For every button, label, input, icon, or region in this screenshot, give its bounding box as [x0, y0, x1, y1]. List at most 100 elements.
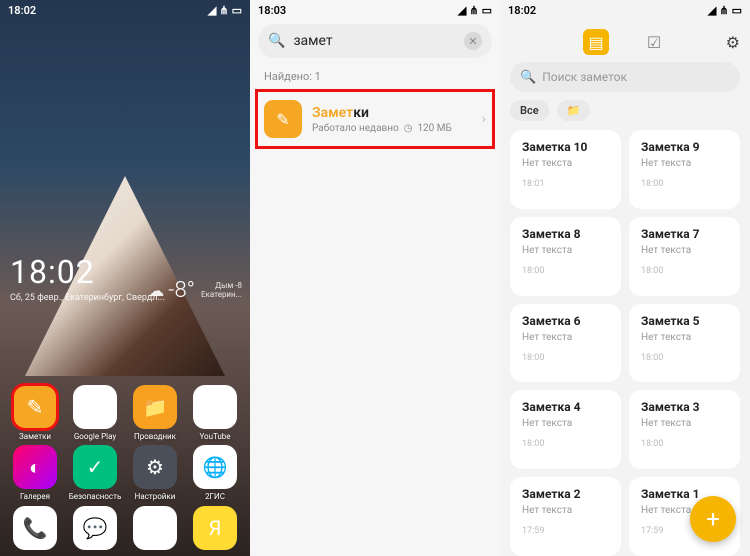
- app-label: Проводник: [134, 432, 176, 441]
- tab-notes-icon[interactable]: ▤: [583, 29, 609, 55]
- note-preview: Нет текста: [522, 158, 609, 169]
- dock-messages[interactable]: 💬: [73, 506, 117, 550]
- plus-icon: +: [706, 505, 720, 533]
- notes-search-placeholder: Поиск заметок: [542, 70, 627, 84]
- note-time: 18:00: [641, 266, 728, 276]
- filter-row: Все 📁: [510, 100, 590, 121]
- app-youtube-icon: ▶: [193, 385, 237, 429]
- note-title: Заметка 5: [641, 314, 728, 328]
- home-screen: 18:02 ◢ ⋔ ▭ 18:02 Сб, 25 февр., Екатерин…: [0, 0, 250, 556]
- storage-icon: ◷: [404, 123, 413, 134]
- status-icons: ◢ ⋔ ▭: [708, 4, 742, 17]
- dock-yandex[interactable]: Я: [193, 506, 237, 550]
- note-card[interactable]: Заметка 4 Нет текста 18:00: [510, 390, 621, 469]
- search-input[interactable]: замет: [285, 33, 464, 49]
- add-note-button[interactable]: +: [690, 496, 736, 542]
- note-card[interactable]: Заметка 8Нет текста18:00: [510, 217, 621, 296]
- note-time: 18:00: [641, 179, 728, 189]
- note-title: Заметка 4: [522, 400, 609, 414]
- note-time: 18:00: [522, 353, 609, 363]
- app-gallery[interactable]: ◐Галерея: [5, 445, 65, 501]
- wifi-icon: ⋔: [219, 4, 228, 17]
- dock-phone[interactable]: 📞: [13, 506, 57, 550]
- note-preview: Нет текста: [641, 158, 728, 169]
- note-card[interactable]: Заметка 2Нет текста17:59: [510, 477, 621, 556]
- app-play[interactable]: ▶Google Play: [65, 385, 125, 441]
- app-files[interactable]: 📁 Проводник: [125, 385, 185, 441]
- app-youtube[interactable]: ▶ YouTube: [185, 385, 245, 441]
- app-label: Заметки: [19, 432, 51, 441]
- note-preview: Нет текста: [522, 505, 609, 516]
- search-result-notes[interactable]: ✎ Заметки Работало недавно ◷ 120 МБ ›: [256, 90, 494, 148]
- search-bar[interactable]: 🔍 замет ✕: [258, 24, 492, 58]
- filter-all[interactable]: Все: [510, 100, 549, 121]
- weather-widget[interactable]: ☁ -8° Дым -8Екатерин...: [148, 278, 242, 303]
- weather-sub: Дым -8Екатерин...: [201, 282, 242, 300]
- app-settings-icon: ⚙: [133, 445, 177, 489]
- weather-icon: ☁: [148, 281, 164, 300]
- battery-icon: ▭: [232, 4, 242, 17]
- note-preview: Нет текста: [641, 245, 728, 256]
- note-card[interactable]: Заметка 7 Нет текста 18:00: [629, 217, 740, 296]
- battery-icon: ▭: [482, 4, 492, 17]
- note-title: Заметка 10: [522, 140, 609, 154]
- note-preview: Нет текста: [641, 418, 728, 429]
- note-time: 18:00: [641, 439, 728, 449]
- status-icons: ◢ ⋔ ▭: [458, 4, 492, 17]
- wallpaper-mountain: [0, 116, 250, 376]
- signal-icon: ◢: [708, 4, 716, 17]
- status-icons: ◢ ⋔ ▭: [208, 4, 242, 17]
- app-security-icon: ✓: [73, 445, 117, 489]
- app-notes[interactable]: ✎ Заметки: [5, 385, 65, 441]
- note-grid: Заметка 10 Нет текста 18:01 Заметка 9 Нет те…: [510, 130, 740, 556]
- top-tabs: ▤ ☑ ⚙: [500, 24, 750, 60]
- notes-app-icon: ✎: [264, 100, 302, 138]
- app-settings[interactable]: ⚙Настройки: [125, 445, 185, 501]
- note-title: Заметка 8: [522, 227, 609, 241]
- note-card[interactable]: Заметка 3 Нет текста 18:00: [629, 390, 740, 469]
- dock: 📞 💬 ▶ Я: [0, 506, 250, 550]
- note-card[interactable]: Заметка 5 Нет текста 18:00: [629, 304, 740, 383]
- note-time: 18:00: [522, 439, 609, 449]
- note-card[interactable]: Заметка 9 Нет текста 18:00: [629, 130, 740, 209]
- app-label: YouTube: [199, 432, 230, 441]
- app-gallery-icon: ◐: [13, 445, 57, 489]
- app-2gis[interactable]: 🌐2ГИС: [185, 445, 245, 501]
- wifi-icon: ⋔: [719, 4, 728, 17]
- signal-icon: ◢: [208, 4, 216, 17]
- battery-icon: ▭: [732, 4, 742, 17]
- status-time: 18:02: [8, 4, 36, 17]
- dock-play[interactable]: ▶: [133, 506, 177, 550]
- note-preview: Нет текста: [641, 332, 728, 343]
- results-count: Найдено: 1: [264, 70, 321, 83]
- notes-search[interactable]: 🔍 Поиск заметок: [510, 62, 740, 92]
- status-time: 18:02: [508, 4, 536, 17]
- note-card[interactable]: Заметка 10 Нет текста 18:01: [510, 130, 621, 209]
- search-icon: 🔍: [268, 33, 285, 49]
- note-time: 17:59: [522, 526, 609, 536]
- app-grid: ✎ Заметки ▶Google Play📁 Проводник ▶ YouTube ◐Г…: [0, 385, 250, 501]
- app-security[interactable]: ✓Безопасность: [65, 445, 125, 501]
- note-time: 18:00: [641, 353, 728, 363]
- note-preview: Нет текста: [522, 418, 609, 429]
- note-preview: Нет текста: [522, 332, 609, 343]
- app-files-icon: 📁: [133, 385, 177, 429]
- gear-icon[interactable]: ⚙: [726, 33, 740, 52]
- status-bar: 18:03 ◢ ⋔ ▭: [250, 0, 500, 20]
- app-notes-icon: ✎: [13, 385, 57, 429]
- tab-tasks-icon[interactable]: ☑: [641, 29, 667, 55]
- note-time: 18:01: [522, 179, 609, 189]
- app-label: 2ГИС: [205, 492, 225, 501]
- notes-app: 18:02 ◢ ⋔ ▭ ▤ ☑ ⚙ 🔍 Поиск заметок Все 📁 …: [500, 0, 750, 556]
- filter-folder[interactable]: 📁: [557, 100, 591, 121]
- clear-icon[interactable]: ✕: [464, 32, 482, 50]
- clock-widget[interactable]: 18:02 Сб, 25 февр., Екатеринбург, Свердл…: [10, 253, 165, 303]
- note-title: Заметка 9: [641, 140, 728, 154]
- note-title: Заметка 3: [641, 400, 728, 414]
- note-card[interactable]: Заметка 6 Нет текста 18:00: [510, 304, 621, 383]
- weather-temp: -8°: [168, 278, 195, 303]
- signal-icon: ◢: [458, 4, 466, 17]
- note-title: Заметка 6: [522, 314, 609, 328]
- note-title: Заметка 7: [641, 227, 728, 241]
- result-title: Заметки: [312, 105, 482, 121]
